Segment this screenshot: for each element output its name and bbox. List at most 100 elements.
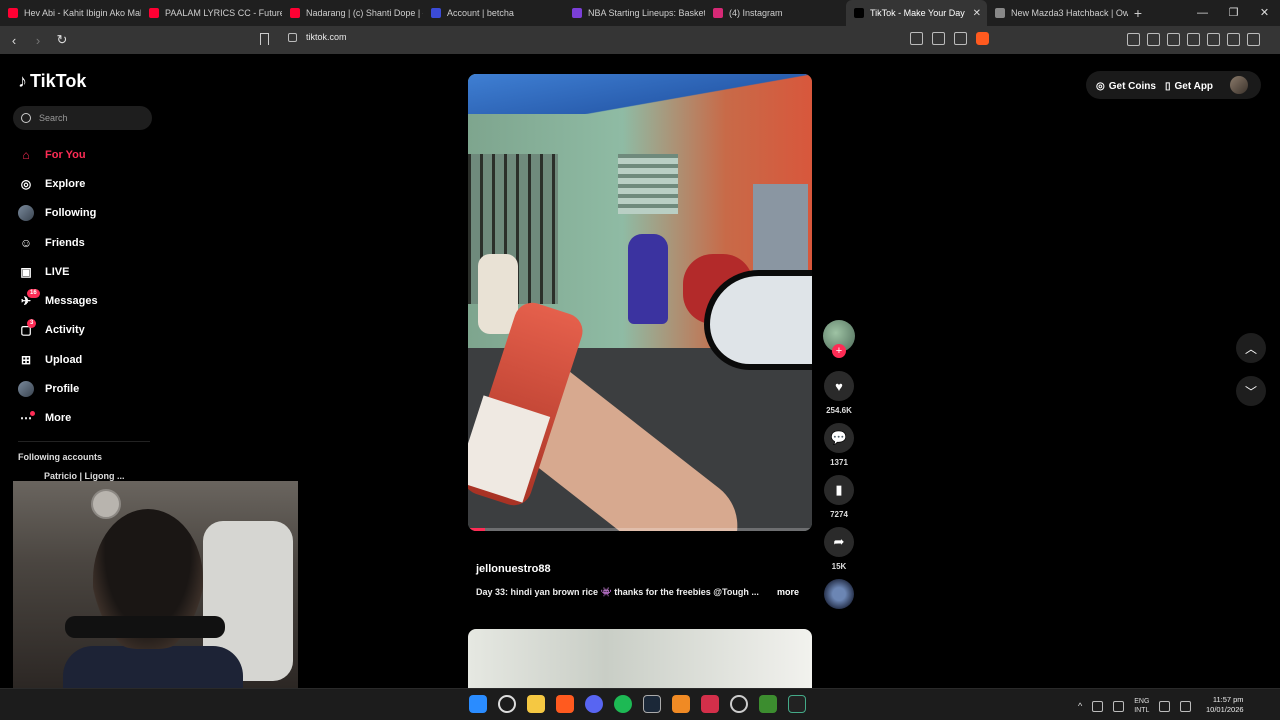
coin-icon: ◎: [1096, 80, 1105, 92]
avatar: [18, 205, 34, 222]
video-player[interactable]: [468, 74, 812, 531]
vpn-icon[interactable]: [1227, 33, 1240, 46]
taskbar-search-icon[interactable]: [498, 695, 516, 713]
comment-icon: 💬: [830, 430, 848, 445]
sidebar-item-messages[interactable]: ✈ 16 Messages: [18, 286, 98, 315]
save-button[interactable]: ▮: [824, 475, 854, 505]
caption-more-button[interactable]: more: [777, 587, 799, 597]
sidebar-item-explore[interactable]: ◎ Explore: [18, 169, 98, 198]
file-explorer-icon[interactable]: [527, 695, 545, 713]
sidebar-item-label: More: [45, 412, 72, 425]
terminal-icon[interactable]: [788, 695, 806, 713]
sidebar-item-activity[interactable]: ▢ 3 Activity: [18, 316, 98, 345]
new-tab-icon[interactable]: +: [1128, 5, 1148, 21]
mic-tray-icon[interactable]: [1113, 700, 1125, 712]
clock-time: 11:57 pm: [1212, 695, 1244, 704]
video-door: [753, 184, 808, 284]
notification-dot: [30, 410, 35, 416]
reload-icon[interactable]: ↻: [52, 32, 72, 48]
brave-browser-icon[interactable]: [556, 695, 574, 713]
bookmark-icon[interactable]: [260, 33, 269, 45]
screen: Hev Abi - Kahit Ibigin Ako Mal PAALAM LYR…: [0, 0, 1280, 720]
like-button[interactable]: ♥: [824, 371, 854, 401]
close-window-icon[interactable]: ✕: [1249, 0, 1280, 26]
get-app-label: Get App: [1174, 80, 1214, 92]
sidebar-toggle-icon[interactable]: [1167, 33, 1180, 46]
next-video-preview[interactable]: [468, 629, 812, 689]
comment-button[interactable]: 💬: [824, 423, 854, 453]
discord-icon[interactable]: [585, 695, 603, 713]
save-count: 7274: [830, 510, 848, 519]
tray-overflow-icon[interactable]: ^: [1078, 701, 1082, 711]
friends-icon: ☺: [19, 235, 33, 250]
sidebar-item-profile[interactable]: Profile: [18, 374, 98, 403]
share-icon[interactable]: [954, 32, 967, 45]
menu-icon[interactable]: [1247, 33, 1260, 46]
language-indicator[interactable]: ENG INTL: [1134, 697, 1149, 715]
tab-label: Account | betcha: [447, 8, 514, 18]
share-button[interactable]: ➦: [824, 527, 854, 557]
sidebar-item-friends[interactable]: ☺ Friends: [18, 228, 98, 257]
video-awning: [468, 74, 812, 114]
browser-tab[interactable]: Hev Abi - Kahit Ibigin Ako Mal: [0, 0, 141, 26]
tab-label: TikTok - Make Your Day: [870, 8, 965, 18]
live-icon: ▣: [20, 264, 32, 279]
wallet-icon[interactable]: [1187, 33, 1200, 46]
sidebar-item-live[interactable]: ▣ LIVE: [18, 257, 98, 286]
browser-tab[interactable]: Nadarang | (c) Shanti Dope | #: [282, 0, 423, 26]
sidebar-item-upload[interactable]: ⊞ Upload: [18, 345, 98, 374]
following-account-item[interactable]: Patricio | Ligong ...: [44, 471, 125, 481]
vlc-icon[interactable]: [672, 695, 690, 713]
sidebar-item-for-you[interactable]: ⌂ For You: [18, 140, 98, 169]
steam-icon[interactable]: [643, 695, 661, 713]
minimize-icon[interactable]: —: [1187, 0, 1218, 26]
browser-tab[interactable]: (4) Instagram: [705, 0, 846, 26]
forward-icon[interactable]: ›: [28, 33, 48, 48]
leo-ai-icon[interactable]: [1207, 33, 1220, 46]
red-app-icon[interactable]: [701, 695, 719, 713]
network-icon[interactable]: [1159, 700, 1171, 712]
volume-icon[interactable]: [1180, 700, 1192, 712]
tab-close-icon[interactable]: ✕: [973, 8, 981, 19]
get-app-button[interactable]: ▯ Get App: [1165, 74, 1213, 98]
user-avatar[interactable]: [1230, 76, 1248, 94]
search-input[interactable]: Search: [13, 106, 152, 130]
sidebar-item-label: Friends: [45, 236, 85, 249]
cast-icon[interactable]: [932, 32, 945, 45]
tab-label: Hev Abi - Kahit Ibigin Ako Mal: [24, 8, 141, 18]
media-icon[interactable]: [1127, 33, 1140, 46]
browser-tab[interactable]: TikTok - Make Your Day ✕: [846, 0, 987, 26]
sidebar-item-following[interactable]: Following: [18, 199, 98, 228]
onedrive-icon[interactable]: [1092, 700, 1104, 712]
tab-favicon-icon: [713, 8, 723, 18]
music-disc-icon[interactable]: [824, 579, 854, 609]
scroll-down-button[interactable]: ﹀: [1236, 376, 1266, 406]
taskbar-clock[interactable]: 11:57 pm 10/01/2026: [1206, 695, 1244, 715]
scroll-up-button[interactable]: ︿: [1236, 333, 1266, 363]
back-icon[interactable]: ‹: [4, 33, 24, 48]
follow-plus-icon[interactable]: +: [832, 344, 846, 358]
settings-icon[interactable]: [730, 695, 748, 713]
browser-tab[interactable]: New Mazda3 Hatchback | Own: [987, 0, 1128, 26]
browser-tab[interactable]: NBA Starting Lineups: Basketb: [564, 0, 705, 26]
tab-favicon-icon: [149, 8, 159, 18]
browser-tab[interactable]: Account | betcha: [423, 0, 564, 26]
sidebar-item-label: Explore: [45, 177, 86, 190]
site-info-icon[interactable]: [288, 32, 297, 42]
video-author[interactable]: jellonuestro88: [476, 563, 551, 575]
music-icon[interactable]: [1147, 33, 1160, 46]
url-field[interactable]: tiktok.com: [288, 32, 347, 42]
restore-icon[interactable]: ❐: [1218, 0, 1249, 26]
translate-icon[interactable]: [910, 32, 923, 45]
video-progress-bar[interactable]: [468, 528, 812, 531]
brave-shield-icon[interactable]: [976, 32, 989, 45]
windows-start-icon[interactable]: [469, 695, 487, 713]
get-coins-button[interactable]: ◎ Get Coins: [1096, 74, 1156, 98]
browser-tab[interactable]: PAALAM LYRICS CC - Future Th: [141, 0, 282, 26]
tiktok-logo[interactable]: ♪ TikTok: [18, 71, 86, 92]
spotify-icon[interactable]: [614, 695, 632, 713]
nvidia-icon[interactable]: [759, 695, 777, 713]
compass-icon: ◎: [20, 176, 32, 191]
sidebar-item-more[interactable]: ⋯ More: [18, 404, 98, 433]
taskbar-apps: [469, 695, 806, 713]
